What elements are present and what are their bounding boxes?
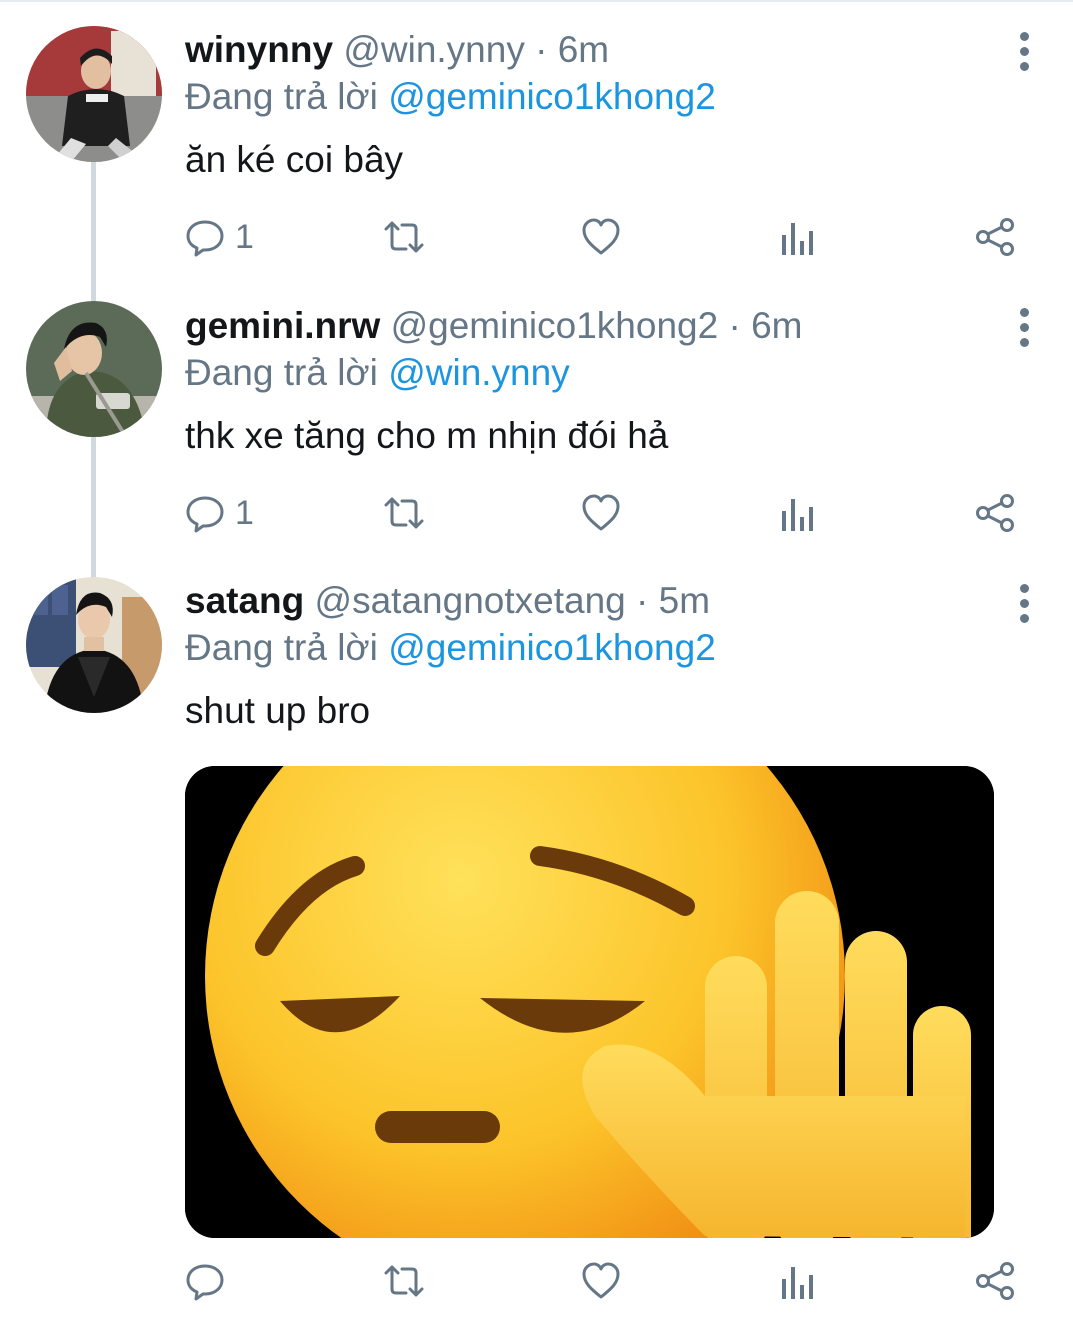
- share-button[interactable]: [975, 1257, 1015, 1305]
- retweet-icon: [384, 221, 424, 253]
- analytics-icon: [782, 499, 813, 531]
- reply-button[interactable]: 1: [185, 489, 254, 537]
- like-button[interactable]: [581, 489, 621, 537]
- replying-mention[interactable]: @geminico1khong2: [388, 627, 716, 668]
- more-options-icon[interactable]: [1012, 32, 1036, 72]
- tweet-actions: 1: [185, 213, 1025, 261]
- tweet-media-image[interactable]: [185, 766, 994, 1238]
- share-button[interactable]: [975, 489, 1015, 537]
- user-handle[interactable]: @win.ynny: [343, 29, 525, 70]
- display-name[interactable]: gemini.nrw: [185, 305, 380, 346]
- reply-button[interactable]: 1: [185, 213, 254, 261]
- like-icon: [582, 494, 620, 531]
- display-name[interactable]: satang: [185, 580, 304, 621]
- share-icon: [976, 494, 1014, 532]
- replying-mention[interactable]: @geminico1khong2: [388, 76, 716, 117]
- reply-icon: [186, 220, 224, 257]
- replying-prefix: Đang trả lời: [185, 627, 378, 668]
- replying-mention[interactable]: @win.ynny: [388, 352, 570, 393]
- more-options-icon[interactable]: [1012, 584, 1036, 624]
- analytics-button[interactable]: [780, 213, 816, 261]
- replying-prefix: Đang trả lời: [185, 76, 378, 117]
- replying-to-line: Đang trả lời @geminico1khong2: [185, 626, 716, 670]
- separator-dot: ·: [636, 580, 649, 621]
- share-button[interactable]: [975, 213, 1015, 261]
- share-icon: [976, 218, 1014, 256]
- reply-count: 1: [235, 494, 254, 532]
- display-name[interactable]: winynny: [185, 29, 333, 70]
- separator-dot: ·: [728, 305, 741, 346]
- like-button[interactable]: [581, 213, 621, 261]
- retweet-button[interactable]: [382, 1257, 426, 1305]
- reply-icon: [186, 496, 224, 533]
- retweet-button[interactable]: [382, 489, 426, 537]
- reply-count: 1: [235, 218, 254, 256]
- like-icon: [582, 218, 620, 255]
- share-icon: [976, 1262, 1014, 1300]
- tweet-text: shut up bro: [185, 690, 371, 731]
- reply-icon: [186, 1264, 224, 1301]
- timestamp[interactable]: 6m: [558, 29, 609, 70]
- more-options-icon[interactable]: [1012, 308, 1036, 348]
- replying-to-line: Đang trả lời @geminico1khong2: [185, 75, 716, 119]
- user-handle[interactable]: @satangnotxetang: [315, 580, 626, 621]
- analytics-button[interactable]: [780, 1257, 816, 1305]
- pensive-face-raised-hand-emoji: [185, 766, 994, 1238]
- analytics-icon: [782, 223, 813, 255]
- analytics-button[interactable]: [780, 489, 816, 537]
- avatar[interactable]: [26, 301, 162, 437]
- like-icon: [582, 1262, 620, 1299]
- tweet-text: thk xe tăng cho m nhịn đói hả: [185, 415, 669, 456]
- retweet-icon: [384, 497, 424, 529]
- timestamp[interactable]: 6m: [751, 305, 802, 346]
- reply-button[interactable]: [185, 1257, 225, 1305]
- retweet-button[interactable]: [382, 213, 426, 261]
- user-handle[interactable]: @geminico1khong2: [391, 305, 719, 346]
- like-button[interactable]: [581, 1257, 621, 1305]
- retweet-icon: [384, 1265, 424, 1297]
- top-divider: [0, 0, 1073, 2]
- timestamp[interactable]: 5m: [659, 580, 710, 621]
- avatar[interactable]: [26, 577, 162, 713]
- separator-dot: ·: [535, 29, 548, 70]
- avatar[interactable]: [26, 26, 162, 162]
- analytics-icon: [782, 1267, 813, 1299]
- tweet-actions: [185, 1257, 1025, 1305]
- thread-line: [91, 436, 96, 581]
- replying-prefix: Đang trả lời: [185, 352, 378, 393]
- tweet-actions: 1: [185, 489, 1025, 537]
- thread-line: [91, 160, 96, 305]
- tweet-text: ăn ké coi bây: [185, 139, 404, 180]
- replying-to-line: Đang trả lời @win.ynny: [185, 351, 570, 395]
